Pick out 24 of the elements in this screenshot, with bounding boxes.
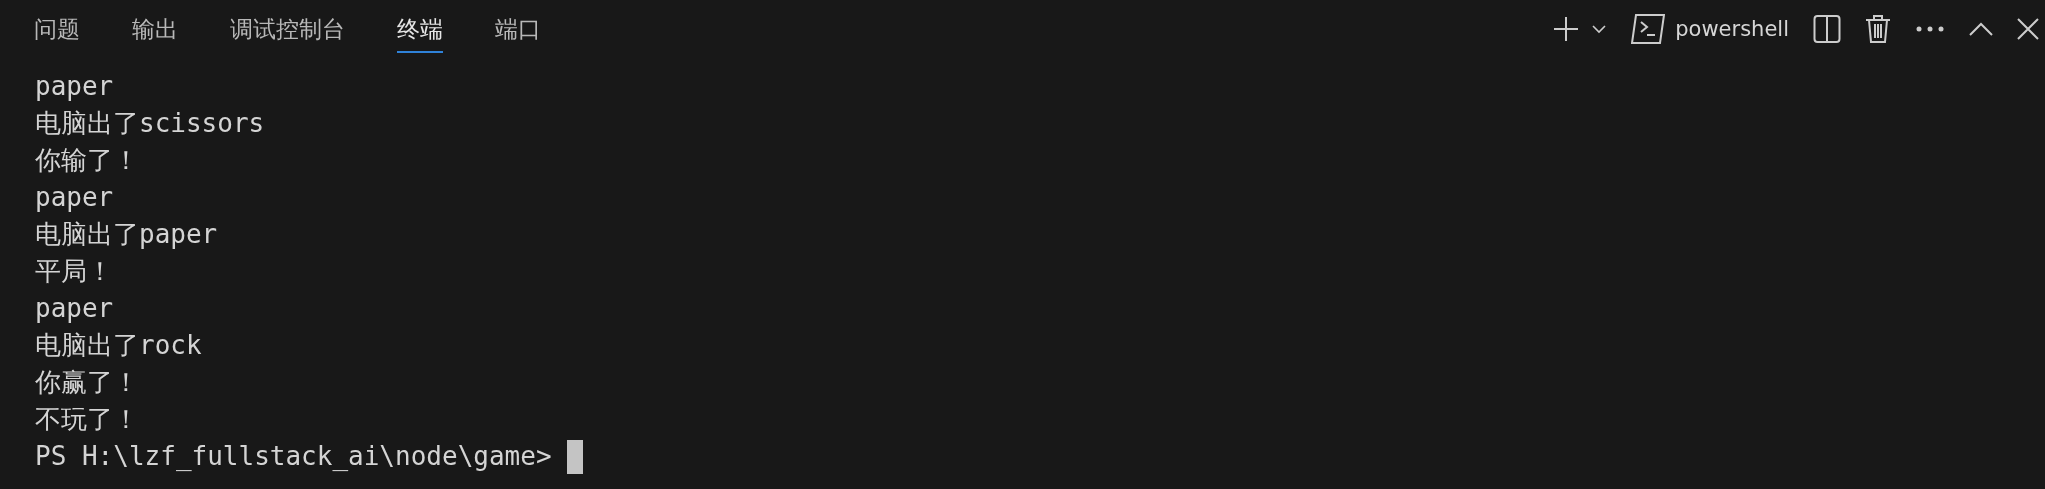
terminal-output-line: 你输了！ [35,144,140,177]
panel-tab[interactable]: 端口 [495,5,541,53]
split-icon[interactable] [1813,14,1841,44]
panel-tab[interactable]: 输出 [132,5,178,53]
terminal-icon [1631,13,1666,45]
close-icon[interactable] [2017,18,2039,40]
chevron-up-icon[interactable] [1969,22,1993,36]
terminal-output-line: 不玩了！ [35,403,140,436]
terminal-output-line: paper [35,292,115,325]
terminal-output-line: 电脑出了scissors [35,107,266,140]
terminal-output-line: 你赢了！ [35,366,140,399]
panel-tab[interactable]: 调试控制台 [230,5,345,53]
terminal-output-line: paper [35,70,115,103]
terminal-output-line: 电脑出了paper [35,218,219,251]
panel-tab[interactable]: 问题 [34,5,80,53]
terminal-cursor [566,439,583,474]
terminal-output-line: paper [35,181,115,214]
more-icon[interactable] [1915,25,1945,33]
trash-icon[interactable] [1865,14,1891,44]
terminal-output-line: 平局！ [35,255,114,288]
panel-tab[interactable]: 终端 [397,5,443,53]
terminal-output-line: 电脑出了rock [35,329,203,362]
terminal-prompt: PS H:\lzf_fullstack_ai\node\game> [35,440,552,473]
terminal-profile-button[interactable]: powershell [1631,13,1789,45]
